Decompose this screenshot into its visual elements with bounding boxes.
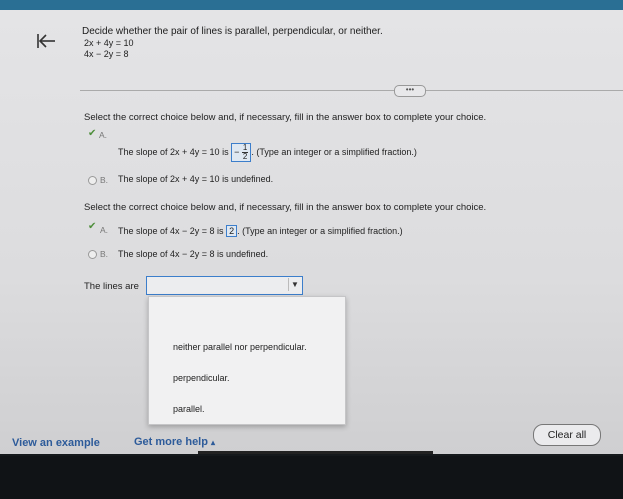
part2-instruction: Select the correct choice below and, if …: [84, 202, 487, 213]
choice-letter: A.: [99, 130, 108, 140]
check-icon: ✔: [88, 221, 97, 232]
radio-button-b2[interactable]: [88, 250, 97, 259]
part1-choice-b[interactable]: The slope of 2x + 4y = 10 is undefined.: [118, 174, 273, 184]
get-more-help-link[interactable]: Get more help ▴: [134, 436, 215, 448]
dropdown-menu: neither parallel nor perpendicular. perp…: [148, 296, 346, 425]
part1-instruction: Select the correct choice below and, if …: [84, 112, 487, 123]
check-icon: ✔: [88, 128, 97, 139]
part1-choice-a[interactable]: The slope of 2x + 4y = 10 is − 1 2 . (Ty…: [118, 143, 417, 162]
dropdown-arrow-icon[interactable]: ▼: [288, 278, 301, 291]
lines-relationship-select[interactable]: ▼: [146, 276, 303, 295]
part2-choice-b[interactable]: The slope of 4x − 2y = 8 is undefined.: [118, 249, 268, 259]
get-help-label: Get more help: [134, 436, 208, 448]
question-panel: Decide whether the pair of lines is para…: [0, 10, 623, 454]
bottom-bezel: [0, 456, 623, 499]
equation-2: 4x − 2y = 8: [84, 49, 129, 59]
option-perpendicular[interactable]: perpendicular.: [173, 373, 230, 383]
choice-a-suffix: . (Type an integer or a simplified fract…: [237, 226, 403, 236]
caret-up-icon: ▴: [211, 438, 216, 447]
back-arrow-icon[interactable]: [36, 32, 56, 50]
option-parallel[interactable]: parallel.: [173, 404, 205, 414]
slope-answer-box-1[interactable]: − 1 2: [231, 143, 252, 162]
option-neither[interactable]: neither parallel nor perpendicular.: [173, 342, 307, 352]
choice-letter: A.: [100, 225, 109, 235]
equation-1: 2x + 4y = 10: [84, 38, 134, 48]
help-underline: [198, 451, 433, 454]
radio-button-b1[interactable]: [88, 176, 97, 185]
slope-answer-box-2[interactable]: 2: [226, 225, 238, 237]
lines-are-label: The lines are: [84, 281, 139, 292]
choice-letter: B.: [100, 249, 109, 259]
fraction-denominator: 2: [242, 152, 248, 161]
question-prompt: Decide whether the pair of lines is para…: [82, 26, 383, 37]
answer-fraction: 1 2: [241, 144, 249, 161]
more-button[interactable]: •••: [394, 85, 426, 97]
choice-a-suffix: . (Type an integer or a simplified fract…: [251, 146, 417, 157]
part2-choice-a[interactable]: The slope of 4x − 2y = 8 is 2. (Type an …: [118, 225, 403, 237]
divider: [80, 90, 623, 91]
choice-a-text: The slope of 2x + 4y = 10 is: [118, 146, 229, 157]
choice-letter: B.: [100, 175, 109, 185]
answer-sign: −: [234, 146, 240, 157]
clear-all-button[interactable]: Clear all: [533, 424, 601, 446]
view-example-link[interactable]: View an example: [12, 437, 100, 449]
choice-a-text: The slope of 4x − 2y = 8 is: [118, 226, 224, 236]
